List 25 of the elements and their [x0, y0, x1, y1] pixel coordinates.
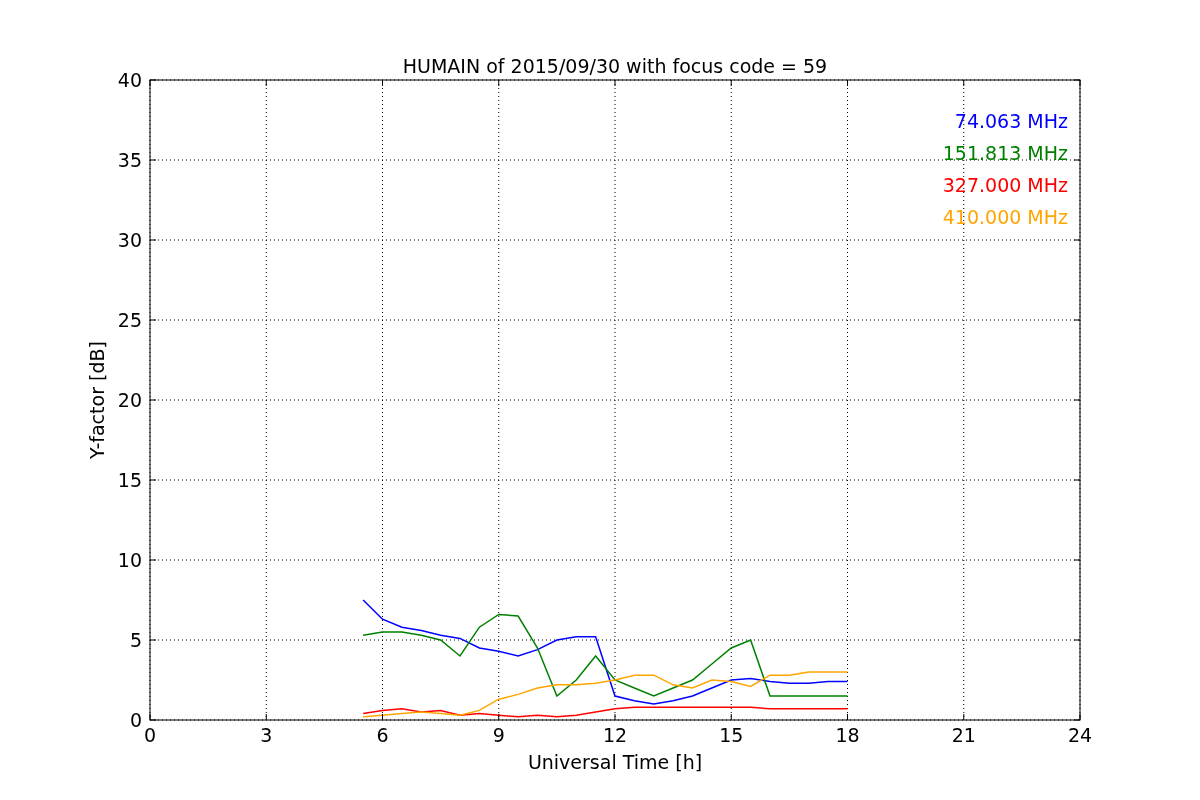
x-axis-label: Universal Time [h] [527, 751, 703, 773]
tick-label: 40 [117, 69, 142, 91]
legend-label: 410.000 MHz [942, 206, 1068, 228]
tick-label: 5 [129, 629, 142, 651]
tick-label: 10 [117, 549, 142, 571]
tick-label: 25 [117, 309, 142, 331]
legend-label: 327.000 MHz [942, 174, 1068, 196]
tick-label: 0 [129, 709, 142, 731]
tick-label: 15 [117, 469, 142, 491]
tick-label: 18 [835, 724, 860, 746]
tick-label: 30 [117, 229, 142, 251]
tick-label: 12 [602, 724, 628, 746]
tick-label: 21 [951, 724, 976, 746]
tick-label: 35 [117, 149, 142, 171]
tick-label: 20 [117, 389, 142, 411]
tick-label: 0 [143, 724, 157, 746]
tick-label: 9 [492, 724, 505, 746]
legend-label: 74.063 MHz [954, 110, 1068, 132]
legend-label: 151.813 MHz [942, 142, 1068, 164]
tick-label: 3 [260, 724, 273, 746]
y-axis-label: Y-factor [dB] [86, 341, 108, 459]
tick-label: 24 [1067, 724, 1093, 746]
tick-label: 6 [376, 724, 389, 746]
tick-label: 15 [719, 724, 744, 746]
chart-title: HUMAIN of 2015/09/30 with focus code = 59 [402, 55, 828, 77]
